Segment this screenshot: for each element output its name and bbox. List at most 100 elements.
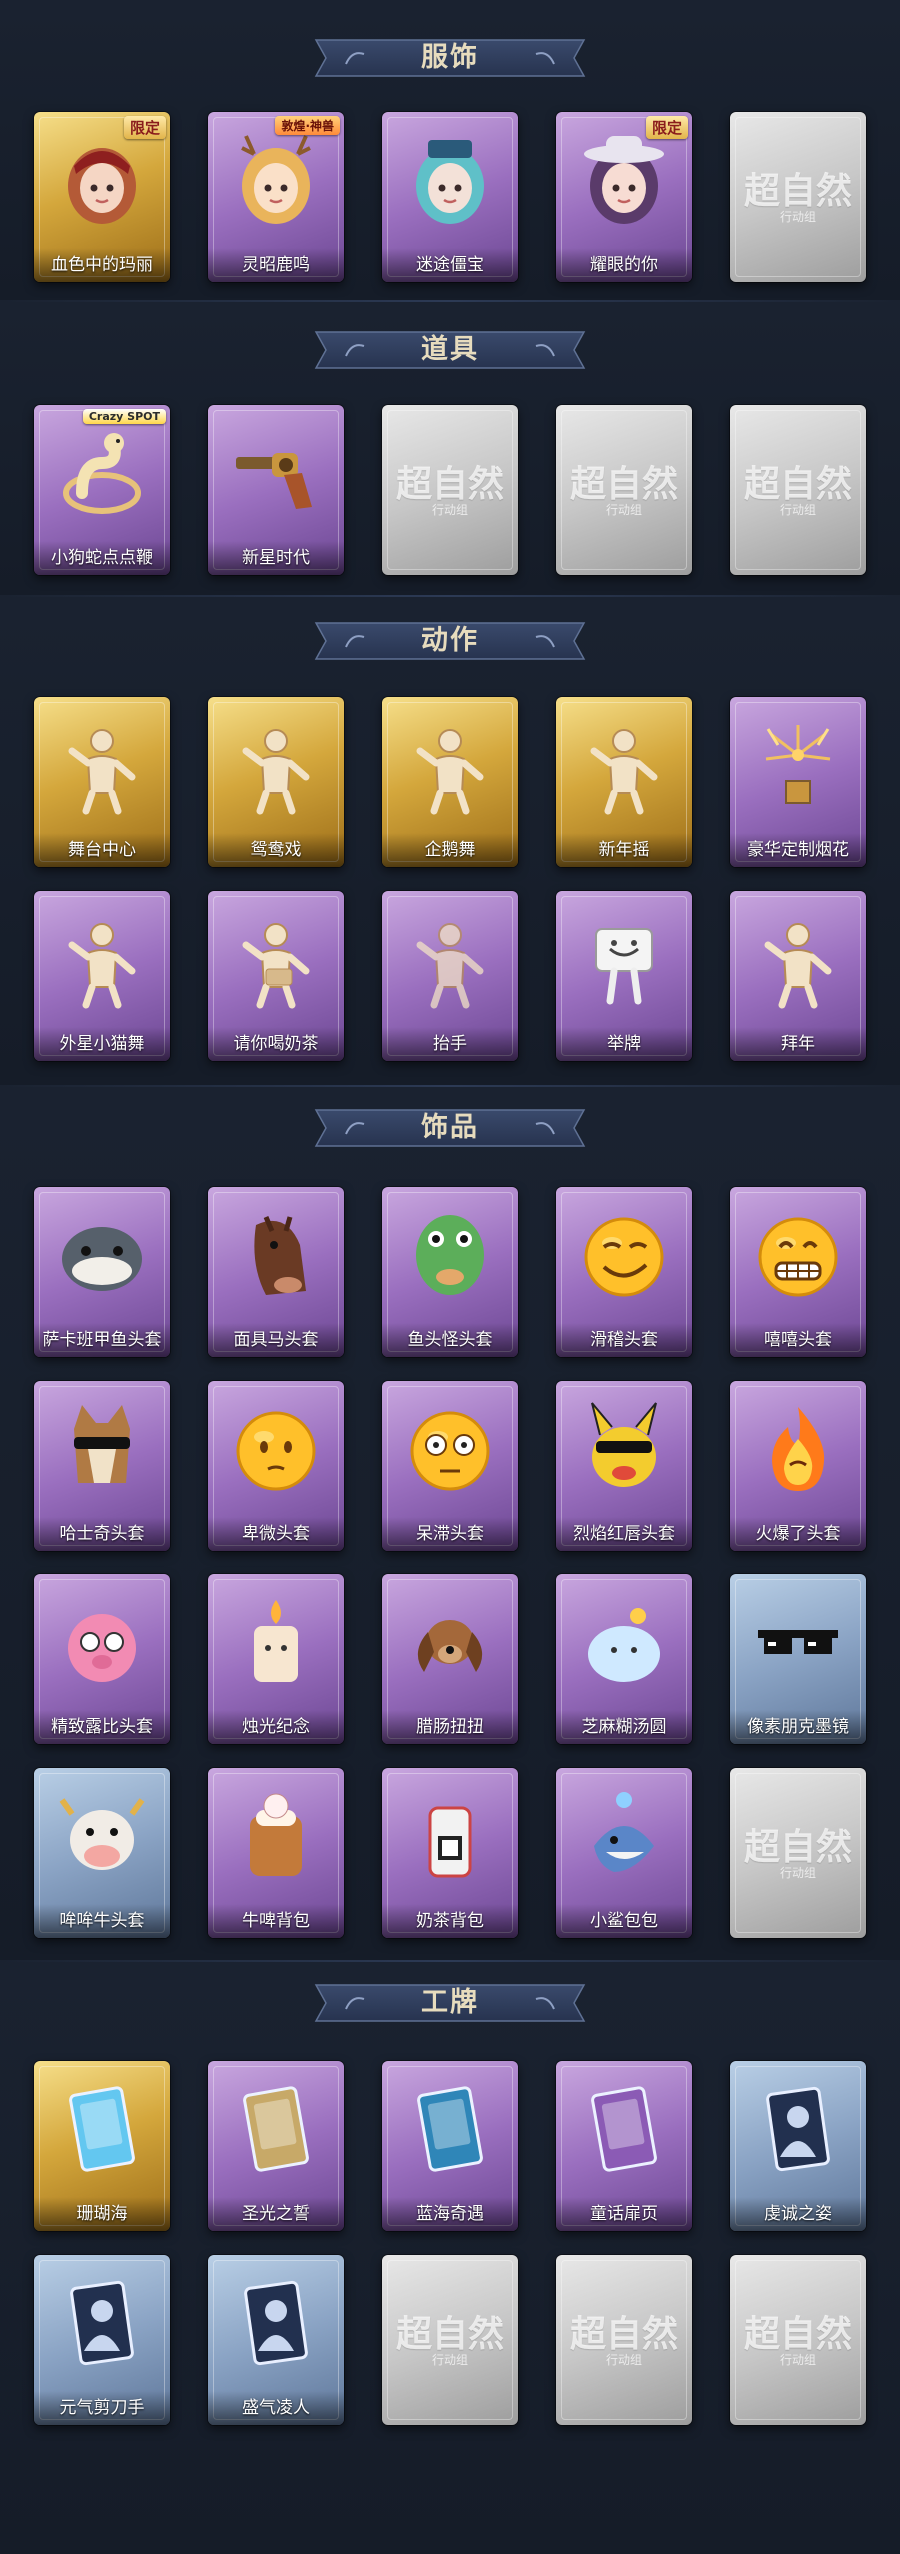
item-tag-badge: 限定 [645,116,688,139]
portrait-jiangshi-icon [400,130,500,230]
item-name-label: 滑稽头套 [556,1323,692,1357]
portrait-cowgirl-icon [574,130,674,230]
beer-backpack-icon [226,1786,326,1886]
dance-pose-icon [52,715,152,815]
item-name-label: 鸳鸯戏 [208,833,344,867]
reward-card[interactable]: 超自然 行动组 [382,405,518,575]
section-divider [0,1085,900,1087]
reward-card[interactable]: 元气剪刀手 [34,2255,170,2425]
reward-card[interactable]: 烈焰红唇头套 [556,1381,692,1551]
reward-card[interactable]: 鱼头怪头套 [382,1187,518,1357]
reward-card[interactable]: 举牌 [556,891,692,1061]
reward-card[interactable]: 鸳鸯戏 [208,697,344,867]
watermark-text: 超自然 [743,463,852,505]
snake-whip-icon [52,423,152,523]
reward-card[interactable]: 抬手 [382,891,518,1061]
reward-card[interactable]: 面具马头套 [208,1187,344,1357]
item-name-label: 小狗蛇点点鞭 [34,541,170,575]
reward-card[interactable]: 哞哞牛头套 [34,1768,170,1938]
reward-card[interactable]: 圣光之誓 [208,2061,344,2231]
section-banner: 工牌 [312,1979,588,2027]
reward-catalog: 服饰 限定 血色中的玛丽 敦煌·神兽 灵昭鹿鸣 迷途僵宝 限定 耀眼的你 超自然 行动组 … [0,0,900,2554]
reward-card[interactable]: 珊瑚海 [34,2061,170,2231]
section-banner: 服饰 [312,34,588,82]
reward-card[interactable]: 外星小猫舞 [34,891,170,1061]
reward-card[interactable]: 超自然 行动组 [556,2255,692,2425]
reward-card[interactable]: 企鹅舞 [382,697,518,867]
reward-card[interactable]: 限定耀眼的你 [556,112,692,282]
reward-card[interactable]: 萨卡班甲鱼头套 [34,1187,170,1357]
gesture-icon [226,909,326,1009]
item-tag-badge: 敦煌·神兽 [275,116,340,135]
reward-card[interactable]: 超自然 行动组 [382,2255,518,2425]
reward-card[interactable]: 豪华定制烟花 [730,697,866,867]
reward-card[interactable]: 蓝海奇遇 [382,2061,518,2231]
reward-card[interactable]: 小鲨包包 [556,1768,692,1938]
section-divider [0,595,900,597]
wave-hand-icon [400,909,500,1009]
reward-card[interactable]: 超自然 行动组 [730,112,866,282]
frog-fish-head-icon [400,1205,500,1305]
dance-pose-icon [574,715,674,815]
dance-pose-icon [52,909,152,1009]
reward-card[interactable]: 超自然 行动组 [730,1768,866,1938]
item-name-label: 耀眼的你 [556,248,692,282]
milktea-backpack-icon [400,1786,500,1886]
pikachu-head-icon [574,1399,674,1499]
tangyuan-icon [574,1592,674,1692]
reward-card[interactable]: 新年摇 [556,697,692,867]
item-name-label: 火爆了头套 [730,1517,866,1551]
reward-card[interactable]: 请你喝奶茶 [208,891,344,1061]
reward-card[interactable]: 盛气凌人 [208,2255,344,2425]
reward-card[interactable]: 超自然 行动组 [730,2255,866,2425]
item-name-label: 像素朋克墨镜 [730,1710,866,1744]
bow-pose-icon [748,909,848,1009]
item-name-label: 奶茶背包 [382,1904,518,1938]
reward-card[interactable]: 烛光纪念 [208,1574,344,1744]
reward-card[interactable]: 滑稽头套 [556,1187,692,1357]
reward-card[interactable]: 超自然 行动组 [730,405,866,575]
reward-card[interactable]: 像素朋克墨镜 [730,1574,866,1744]
reward-card[interactable]: 拜年 [730,891,866,1061]
reward-card[interactable]: 呆滞头套 [382,1381,518,1551]
item-name-label: 舞台中心 [34,833,170,867]
item-name-label: 迷途僵宝 [382,248,518,282]
reward-card[interactable]: 敦煌·神兽 灵昭鹿鸣 [208,112,344,282]
horse-head-icon [226,1205,326,1305]
item-name-label: 企鹅舞 [382,833,518,867]
reward-card[interactable]: 卑微头套 [208,1381,344,1551]
reward-card[interactable]: 限定 血色中的玛丽 [34,112,170,282]
item-name-label: 童话扉页 [556,2197,692,2231]
firework-icon [748,715,848,815]
reward-card[interactable]: 虔诚之姿 [730,2061,866,2231]
item-name-label: 元气剪刀手 [34,2391,170,2425]
reward-card[interactable]: 精致露比头套 [34,1574,170,1744]
reward-card[interactable]: 奶茶背包 [382,1768,518,1938]
item-name-label: 圣光之誓 [208,2197,344,2231]
dance-pose-icon [226,715,326,815]
item-name-label: 蓝海奇遇 [382,2197,518,2231]
hold-sign-icon [574,909,674,1009]
reward-card[interactable]: 新星时代 [208,405,344,575]
reward-card[interactable]: 超自然 行动组 [556,405,692,575]
reward-card[interactable]: 舞台中心 [34,697,170,867]
reward-card[interactable]: Crazy SPOT 小狗蛇点点鞭 [34,405,170,575]
silhouette-card-icon [748,2079,848,2179]
husky-head-icon [52,1399,152,1499]
dachshund-icon [400,1592,500,1692]
watermark-subtext: 行动组 [779,2353,816,2367]
reward-card[interactable]: 腊肠扭扭 [382,1574,518,1744]
watermark-text: 超自然 [569,463,678,505]
reward-card[interactable]: 嘻嘻头套 [730,1187,866,1357]
watermark-text: 超自然 [743,2313,852,2355]
watermark-text: 超自然 [395,463,504,505]
blank-emoji-icon [400,1399,500,1499]
item-name-label: 精致露比头套 [34,1710,170,1744]
reward-card[interactable]: 迷途僵宝 [382,112,518,282]
reward-card[interactable]: 芝麻糊汤圆 [556,1574,692,1744]
reward-card[interactable]: 火爆了头套 [730,1381,866,1551]
reward-card[interactable]: 哈士奇头套 [34,1381,170,1551]
reward-card[interactable]: 童话扉页 [556,2061,692,2231]
reward-card[interactable]: 牛啤背包 [208,1768,344,1938]
section-title: 工牌 [421,1987,479,2018]
